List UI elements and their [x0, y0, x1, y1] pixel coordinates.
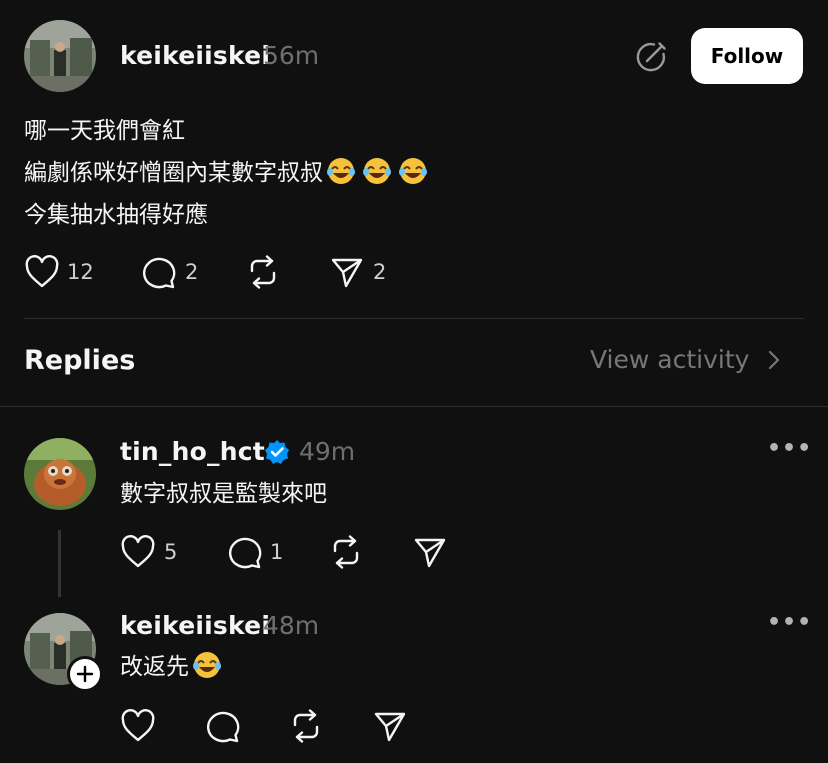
view-activity-link[interactable]: View activity [590, 345, 785, 374]
reply-like-count: 5 [164, 540, 178, 564]
post-author-avatar[interactable] [24, 20, 96, 92]
share-count: 2 [373, 260, 387, 284]
reply-repost-button[interactable] [328, 535, 364, 569]
divider [24, 318, 804, 319]
reply-text: 數字叔叔是監製來吧 [120, 481, 327, 507]
comment-icon [229, 537, 262, 569]
divider [0, 406, 828, 407]
reply-like-button[interactable] [120, 535, 156, 569]
heart-icon [121, 535, 155, 568]
verified-badge-icon [264, 439, 290, 465]
post-username[interactable]: keikeiiskei [120, 41, 270, 70]
repost-button[interactable] [245, 255, 281, 289]
reply-comment-count: 1 [270, 540, 284, 564]
laughing-emoji-icon [398, 156, 428, 186]
reply-share-button[interactable] [373, 709, 407, 743]
send-icon [414, 538, 446, 568]
add-follow-icon[interactable] [67, 656, 103, 692]
like-button[interactable] [24, 255, 60, 289]
reply-comment-button[interactable] [227, 535, 263, 569]
laughing-emoji-icon [362, 156, 392, 186]
edit-icon[interactable] [634, 40, 668, 74]
reply-repost-button[interactable] [288, 709, 324, 743]
post-line-1: 哪一天我們會紅 [24, 118, 185, 144]
post-time: 56m [263, 41, 320, 70]
comment-icon [143, 257, 176, 289]
reply-username[interactable]: tin_ho_hct [120, 437, 265, 466]
reply-like-button[interactable] [120, 709, 156, 743]
reply-time: 49m [299, 437, 356, 466]
comment-count: 2 [185, 260, 199, 284]
follow-label: Follow [710, 44, 784, 68]
reply-text-row: 改返先 [120, 646, 225, 688]
heart-icon [121, 709, 155, 742]
post-line-2: 編劇係咪好憎圈內某數字叔叔 [24, 152, 431, 194]
reply-username[interactable]: keikeiiskei [120, 611, 270, 640]
reply-avatar[interactable] [24, 438, 96, 510]
laughing-emoji-icon [326, 156, 356, 186]
more-options-icon[interactable]: ••• [767, 610, 812, 635]
send-icon [331, 258, 363, 288]
send-icon [374, 712, 406, 742]
chevron-right-icon [769, 350, 780, 369]
comment-icon [207, 711, 240, 743]
repost-icon [293, 709, 319, 743]
follow-button[interactable]: Follow [691, 28, 803, 84]
thread-line [58, 530, 61, 597]
repost-icon [333, 535, 359, 569]
laughing-emoji-icon [192, 650, 222, 680]
reply-time: 48m [263, 611, 320, 640]
post-line-2-text: 編劇係咪好憎圈內某數字叔叔 [24, 160, 323, 186]
view-activity-label: View activity [590, 345, 750, 374]
share-button[interactable] [330, 255, 364, 289]
heart-icon [25, 255, 59, 288]
reply-text: 改返先 [120, 654, 189, 680]
reply-share-button[interactable] [413, 535, 447, 569]
replies-heading: Replies [24, 345, 136, 376]
like-count: 12 [67, 260, 94, 284]
reply-comment-button[interactable] [205, 709, 241, 743]
more-options-icon[interactable]: ••• [767, 436, 812, 461]
post-line-3: 今集抽水抽得好應 [24, 202, 208, 228]
comment-button[interactable] [141, 255, 177, 289]
repost-icon [250, 255, 276, 289]
